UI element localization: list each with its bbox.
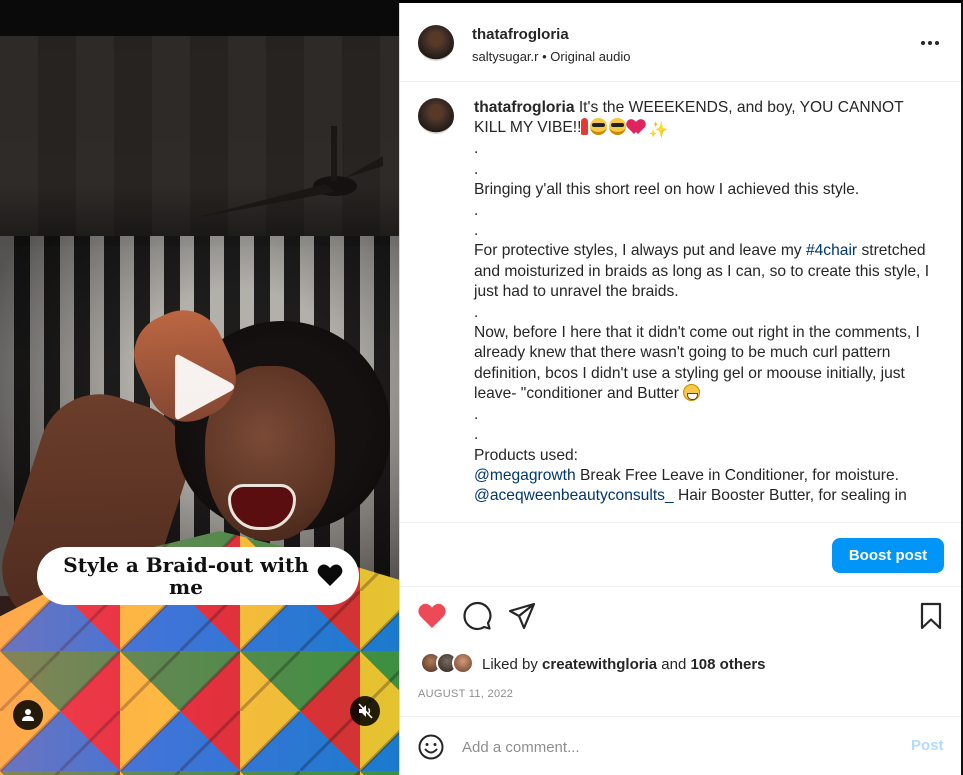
caption-bringing-line: Bringing y'all this short reel on how I …: [474, 181, 860, 199]
caption-dot: .: [474, 405, 479, 423]
post-details-panel: thatafrogloria saltysugar.r • Original a…: [399, 3, 962, 775]
pin-emoji-icon: [581, 118, 589, 136]
speaker-muted-icon: [358, 703, 373, 719]
likes-others-count[interactable]: 108 others: [690, 656, 765, 673]
more-dot-icon: [928, 41, 932, 45]
liked-by-prefix: Liked by: [482, 655, 543, 673]
post-actions: Liked by createwithgloria and 108 others…: [400, 586, 962, 716]
emoji-picker-icon[interactable]: [418, 734, 444, 760]
mention-link-aceqween[interactable]: @aceqweenbeautyconsults_: [474, 487, 674, 504]
author-username[interactable]: thatafrogloria: [472, 26, 569, 43]
likes-summary: Liked by createwithgloria and 108 others: [420, 651, 766, 677]
heart-icon: [317, 564, 343, 586]
post-media[interactable]: Style a Braid-out with me: [0, 0, 399, 775]
audio-separator: •: [542, 49, 547, 64]
caption-first-line: thatafrogloria It's the WEEEKENDS, and b…: [474, 98, 934, 139]
heart-emoji-icon: [628, 118, 646, 135]
audio-label[interactable]: Original audio: [550, 49, 630, 64]
caption-dot: .: [474, 140, 479, 158]
more-options-button[interactable]: [915, 33, 945, 53]
caption-section: thatafrogloria It's the WEEEKENDS, and b…: [400, 83, 962, 523]
author-avatar[interactable]: [418, 25, 454, 61]
boost-post-button[interactable]: Boost post: [832, 538, 944, 573]
bookmark-icon[interactable]: [916, 601, 946, 631]
tagged-users-button[interactable]: [13, 700, 43, 730]
hashtag-link[interactable]: #4chair: [806, 242, 857, 259]
liker-avatars[interactable]: [420, 652, 476, 676]
liked-by-and: and: [657, 655, 691, 673]
sparkles-emoji-icon: ✨: [648, 122, 669, 140]
comment-icon[interactable]: [462, 601, 492, 631]
video-overlay-caption: Style a Braid-out with me: [37, 547, 359, 605]
caption-protective-paragraph: For protective styles, I always put and …: [474, 241, 934, 302]
more-dot-icon: [921, 41, 925, 45]
audio-info: saltysugar.r • Original audio: [472, 49, 631, 64]
more-dot-icon: [935, 41, 939, 45]
liker-avatar: [452, 652, 474, 674]
caption-now-paragraph: Now, before I here that it didn't come o…: [474, 323, 934, 405]
mute-toggle-button[interactable]: [350, 696, 380, 726]
post-comment-button[interactable]: Post: [911, 737, 944, 754]
caption-dot: .: [474, 426, 479, 444]
comment-input[interactable]: [462, 735, 882, 759]
liked-by-user[interactable]: createwithgloria: [542, 656, 657, 673]
share-icon[interactable]: [507, 601, 537, 631]
caption-dot: .: [474, 160, 479, 178]
ceiling-fan-graphic: [195, 126, 383, 218]
user-icon: [22, 709, 34, 721]
protective-text-start: For protective styles, I always put and …: [474, 242, 806, 260]
post-date[interactable]: AUGUST 11, 2022: [418, 688, 513, 700]
audio-user[interactable]: saltysugar.r: [472, 49, 538, 64]
heart-icon[interactable]: [417, 601, 447, 631]
product-line-2: @aceqweenbeautyconsults_ Hair Booster Bu…: [474, 486, 934, 506]
post-header: thatafrogloria saltysugar.r • Original a…: [400, 3, 962, 82]
grinning-emoji-icon: [683, 384, 701, 402]
overlay-caption-text: Style a Braid-out with me: [63, 553, 309, 599]
likes-text: Liked by createwithgloria and 108 others: [482, 656, 766, 673]
caption-author-avatar[interactable]: [418, 98, 454, 134]
instagram-post-modal: Style a Braid-out with me thatafrogloria: [0, 0, 963, 775]
comment-composer: Post: [400, 716, 962, 775]
play-icon[interactable]: [167, 348, 239, 426]
product-line-1: @megagrowth Break Free Leave in Conditio…: [474, 466, 934, 486]
product-1-text: Break Free Leave in Conditioner, for moi…: [575, 466, 899, 484]
sunglasses-emoji-icon: [609, 118, 627, 136]
caption-dot: .: [474, 222, 479, 240]
product-2-text: Hair Booster Butter, for sealing in: [673, 487, 907, 505]
mention-link-megagrowth[interactable]: @megagrowth: [474, 467, 576, 484]
caption-dot: .: [474, 303, 479, 321]
products-title: Products used:: [474, 446, 579, 464]
caption-dot: .: [474, 201, 479, 219]
caption-username[interactable]: thatafrogloria: [474, 99, 575, 116]
sunglasses-emoji-icon: [590, 118, 608, 136]
caption-text: thatafrogloria It's the WEEEKENDS, and b…: [474, 98, 934, 507]
media-top-strip: [0, 0, 399, 36]
